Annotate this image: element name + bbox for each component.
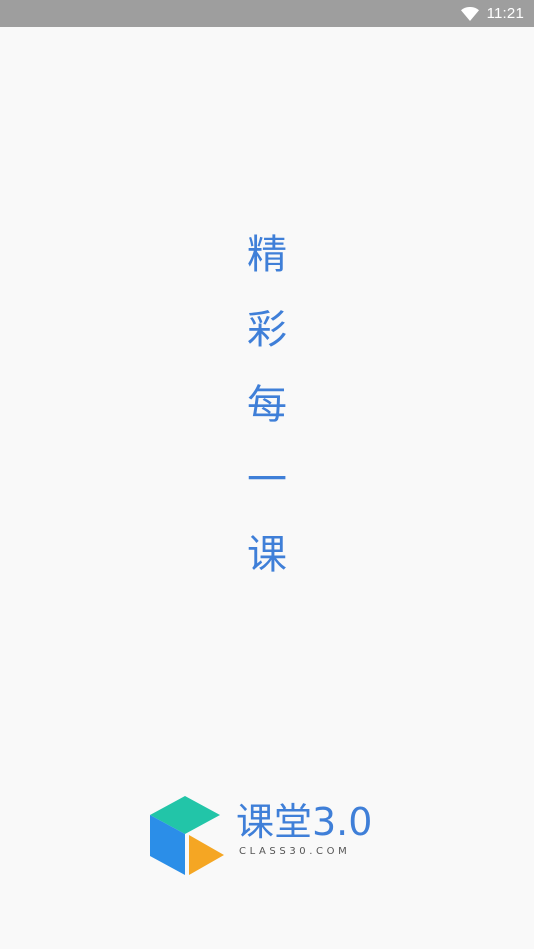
slogan-char: 课 (247, 532, 287, 578)
status-time: 11:21 (486, 5, 524, 22)
status-bar: 11:21 (0, 0, 534, 27)
brand-name: 课堂3.0 (236, 800, 373, 844)
slogan-char: 每 (247, 382, 287, 428)
status-icons: 11:21 (460, 0, 524, 27)
wifi-icon (460, 6, 479, 21)
brand-logo: 课堂3.0 CLASS30.COM (148, 795, 388, 877)
slogan: 精 彩 每 一 课 (0, 225, 534, 600)
cube-play-icon (150, 796, 224, 875)
brand-domain: CLASS30.COM (239, 846, 351, 857)
slogan-char: 精 (247, 232, 287, 278)
slogan-char: 一 (247, 457, 287, 503)
slogan-char: 彩 (247, 307, 287, 353)
